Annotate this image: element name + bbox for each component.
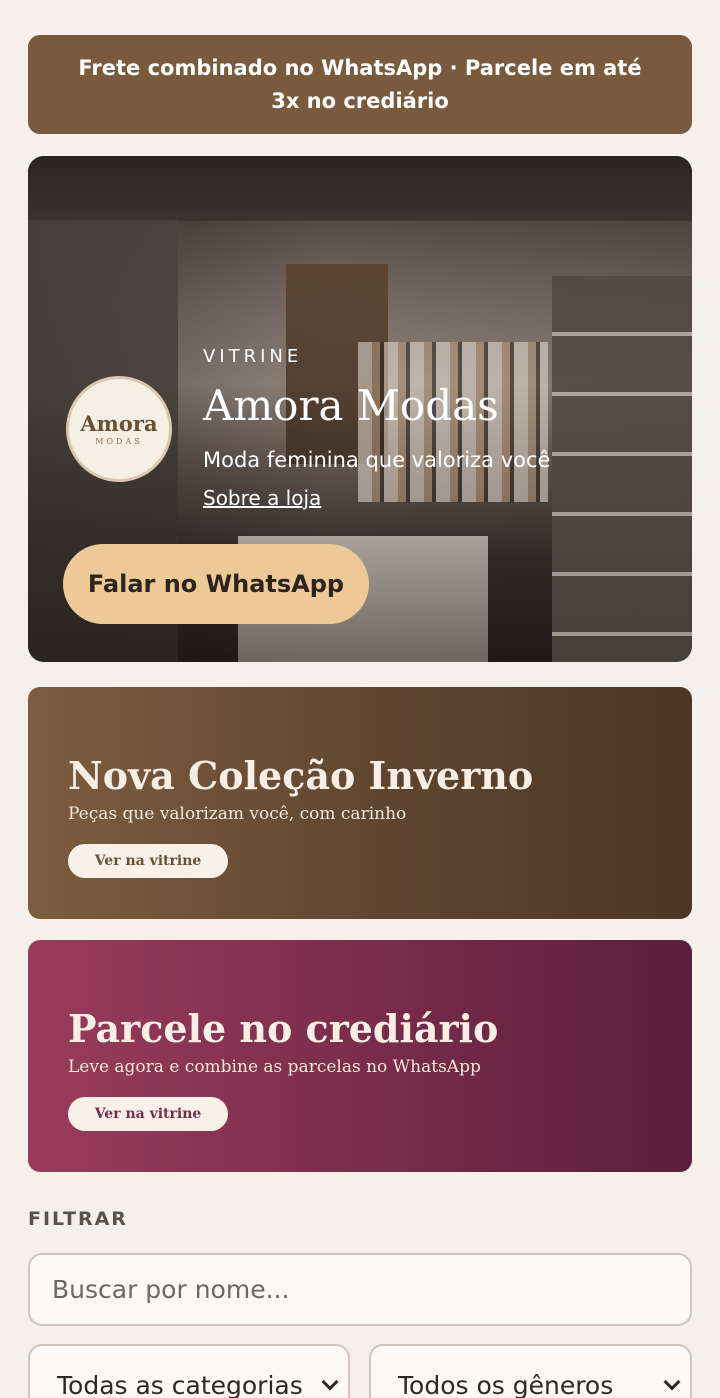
promo-card-text: Leve agora e combine as parcelas no What… <box>68 1057 481 1077</box>
category-select-value: Todas as categorias <box>57 1370 303 1398</box>
chevron-down-icon <box>321 1373 339 1391</box>
filter-heading: FILTRAR <box>28 1208 128 1230</box>
store-tagline: Moda feminina que valoriza você <box>203 448 551 472</box>
promo-text: Frete combinado no WhatsApp · Parcele em… <box>78 55 642 113</box>
hero-eyebrow: VITRINE <box>203 346 303 367</box>
search-input[interactable] <box>28 1253 692 1326</box>
category-select[interactable]: Todas as categorias <box>28 1344 350 1398</box>
promo-card-installments[interactable]: Parcele no crediário Leve agora e combin… <box>28 940 692 1172</box>
promo-card-winter-collection[interactable]: Nova Coleção Inverno Peças que valorizam… <box>28 687 692 919</box>
logo-subtitle: MODAS <box>95 436 143 446</box>
gender-select-value: Todos os gêneros <box>398 1370 614 1398</box>
promo-card-text: Peças que valorizam você, com carinho <box>68 804 407 824</box>
view-showcase-button[interactable]: Ver na vitrine <box>68 844 228 878</box>
about-store-link[interactable]: Sobre a loja <box>203 486 321 510</box>
view-showcase-button[interactable]: Ver na vitrine <box>68 1097 228 1131</box>
store-title: Amora Modas <box>203 381 499 430</box>
promo-card-title: Parcele no crediário <box>68 1006 499 1051</box>
promo-card-title: Nova Coleção Inverno <box>68 753 534 798</box>
logo-name: Amora <box>80 410 158 436</box>
gender-select[interactable]: Todos os gêneros <box>369 1344 692 1398</box>
hero-background-shelves <box>552 276 692 662</box>
hero-background-beam <box>28 156 692 220</box>
promo-banner: Frete combinado no WhatsApp · Parcele em… <box>28 35 692 134</box>
chevron-down-icon <box>663 1373 681 1391</box>
store-logo: Amora MODAS <box>66 376 172 482</box>
hero-section: Amora MODAS VITRINE Amora Modas Moda fem… <box>28 156 692 662</box>
whatsapp-button[interactable]: Falar no WhatsApp <box>63 544 369 624</box>
